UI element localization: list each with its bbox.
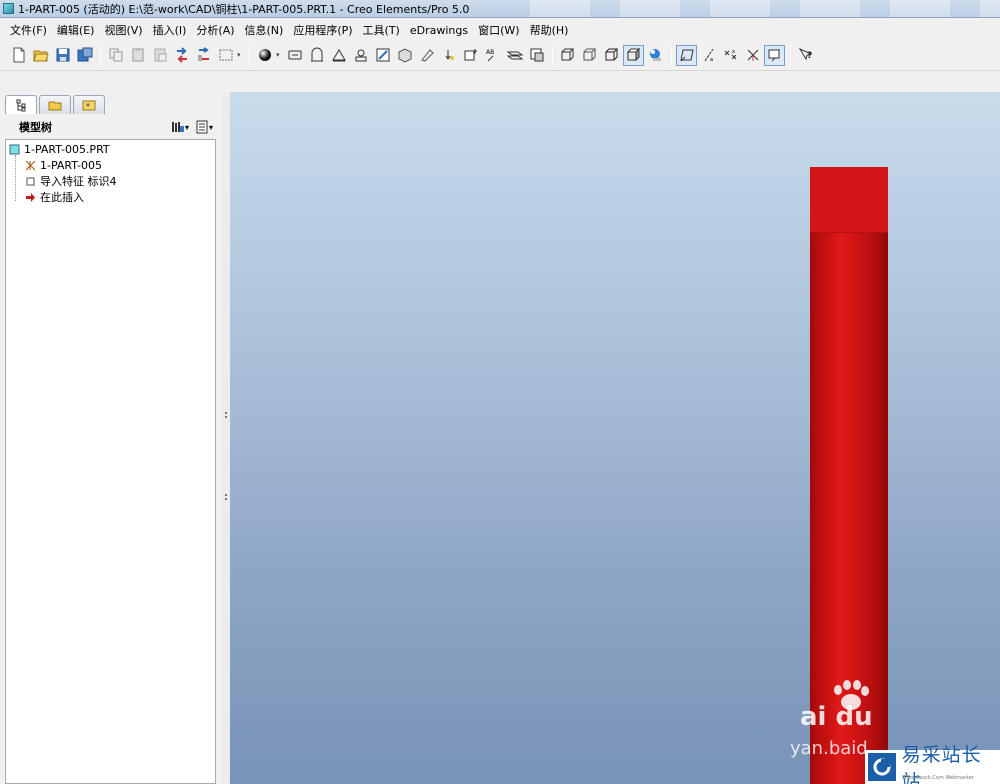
creo-app-icon — [3, 3, 14, 14]
menu-analysis[interactable]: 分析(A) — [191, 22, 239, 38]
tree-node-import-feature[interactable]: 导入特征 标识4 — [25, 173, 117, 189]
no-hidden-icon[interactable] — [601, 45, 622, 66]
window-title: 1-PART-005 (活动的) E:\范-work\CAD\铜柱\1-PART… — [18, 2, 470, 16]
menu-insert[interactable]: 插入(I) — [148, 22, 192, 38]
baidu-watermark-url: yan.baid — [790, 738, 868, 759]
saved-views-icon[interactable] — [416, 45, 437, 66]
svg-text:AB: AB — [486, 49, 494, 56]
enhanced-realism-icon[interactable] — [645, 45, 666, 66]
new-file-icon[interactable] — [8, 45, 29, 66]
tree-settings-icon[interactable]: ▾ — [168, 118, 192, 136]
tree-node-label: 1-PART-005.PRT — [24, 142, 110, 156]
site-watermark: 易采站长站 Www.Easck.Com Webmaster — [865, 744, 1000, 784]
refit-icon[interactable] — [372, 45, 393, 66]
model-tree-tools: ▾ ▾ — [168, 118, 216, 136]
main-toolbar: ▾ ▾ AB a x ? — [0, 41, 1000, 69]
menu-tools[interactable]: 工具(T) — [358, 22, 405, 38]
menu-edrawings[interactable]: eDrawings — [405, 24, 473, 37]
svg-text:a: a — [710, 57, 713, 63]
paste-special-icon[interactable] — [149, 45, 170, 66]
hidden-line-icon[interactable] — [579, 45, 600, 66]
datum-point-display-icon[interactable]: x — [720, 45, 741, 66]
svg-text:x: x — [732, 49, 735, 55]
orient-icon[interactable] — [306, 45, 327, 66]
import-feature-icon — [25, 176, 36, 187]
spin-center-icon[interactable] — [460, 45, 481, 66]
site-watermark-sub: Www.Easck.Com Webmaster — [902, 775, 974, 781]
splitter-grip[interactable] — [223, 410, 229, 430]
navigator-panel: * 模型树 ▾ ▾ 1-PART-005.PRT 1-PART-005 导入特征… — [0, 92, 222, 784]
menu-applications[interactable]: 应用程序(P) — [288, 22, 357, 38]
toolbar-separator — [671, 45, 672, 65]
baidu-watermark-text: ai du — [800, 702, 873, 732]
datum-plane-display-icon[interactable] — [676, 44, 697, 66]
graphics-viewport[interactable]: ai du yan.baid — [230, 92, 1000, 784]
menu-view[interactable]: 视图(V) — [99, 22, 147, 38]
splitter-grip[interactable] — [223, 492, 229, 512]
wireframe-icon[interactable] — [557, 45, 578, 66]
select-box-icon[interactable] — [215, 45, 236, 66]
datum-axis-display-icon[interactable]: a — [698, 45, 719, 66]
csys-icon — [25, 160, 36, 171]
menu-info[interactable]: 信息(N) — [240, 22, 289, 38]
site-logo-icon — [868, 753, 896, 781]
menu-window[interactable]: 窗口(W) — [473, 22, 524, 38]
datum-planes-icon[interactable] — [504, 45, 525, 66]
insert-here-arrow-icon — [25, 192, 36, 203]
toolbar-separator — [790, 45, 791, 65]
csys-toggle-icon[interactable] — [742, 45, 763, 66]
shading-icon[interactable] — [623, 44, 644, 66]
menu-edit[interactable]: 编辑(E) — [52, 22, 100, 38]
folder-browser-tab[interactable] — [39, 95, 71, 114]
toolbar-separator — [100, 45, 101, 65]
menu-help[interactable]: 帮助(H) — [525, 22, 574, 38]
regenerate-icon[interactable] — [171, 45, 192, 66]
title-bar: 1-PART-005 (活动的) E:\范-work\CAD\铜柱\1-PART… — [0, 0, 1000, 18]
save-copy-icon[interactable] — [74, 45, 95, 66]
appearance-icon[interactable] — [526, 45, 547, 66]
panel-splitter[interactable] — [222, 92, 230, 784]
favorites-tab[interactable]: * — [73, 95, 105, 114]
tree-node-insert-here[interactable]: 在此插入 — [25, 189, 84, 205]
tree-node-csys[interactable]: 1-PART-005 — [25, 157, 102, 173]
regenerate-manager-icon[interactable] — [193, 45, 214, 66]
model-tree: 1-PART-005.PRT 1-PART-005 导入特征 标识4 在此插入 — [5, 139, 216, 784]
copy-icon[interactable] — [105, 45, 126, 66]
annotation-display-icon[interactable] — [764, 44, 785, 66]
toolbar-separator — [552, 45, 553, 65]
model-tree-title: 模型树 — [19, 121, 52, 134]
tree-node-label: 在此插入 — [40, 191, 84, 204]
toolbar-divider — [0, 70, 1000, 71]
tree-connector — [15, 155, 16, 201]
paste-icon[interactable] — [127, 45, 148, 66]
blurred-taskbar-region — [530, 0, 1000, 17]
layers-icon[interactable] — [438, 45, 459, 66]
csys-display-icon[interactable]: AB — [482, 45, 503, 66]
model-tree-tab[interactable] — [5, 95, 37, 114]
zoom-in-icon[interactable] — [328, 45, 349, 66]
part-icon — [9, 144, 20, 155]
menu-file[interactable]: 文件(F) — [5, 22, 52, 38]
whats-this-icon[interactable]: ? — [795, 45, 816, 66]
tree-node-part[interactable]: 1-PART-005.PRT — [9, 141, 110, 157]
select-dropdown-icon[interactable]: ▾ — [237, 51, 245, 59]
model-tree-header: 模型树 ▾ ▾ — [5, 116, 218, 138]
view-manager-icon[interactable] — [394, 45, 415, 66]
svg-text:*: * — [86, 102, 90, 111]
tree-node-label: 1-PART-005 — [40, 158, 102, 172]
navigator-tabs: * — [5, 95, 107, 115]
tree-node-label: 导入特征 标识4 — [40, 175, 117, 188]
menu-bar: 文件(F) 编辑(E) 视图(V) 插入(I) 分析(A) 信息(N) 应用程序… — [0, 20, 1000, 40]
part-top-face — [810, 167, 888, 233]
svg-text:?: ? — [807, 51, 812, 61]
repaint-icon[interactable] — [284, 45, 305, 66]
toolbar-separator — [249, 45, 250, 65]
tree-show-icon[interactable]: ▾ — [192, 118, 216, 136]
zoom-out-icon[interactable] — [350, 45, 371, 66]
open-folder-icon[interactable] — [30, 45, 51, 66]
save-icon[interactable] — [52, 45, 73, 66]
shade-sphere-icon[interactable] — [254, 45, 275, 66]
shade-dropdown-icon[interactable]: ▾ — [276, 51, 284, 59]
